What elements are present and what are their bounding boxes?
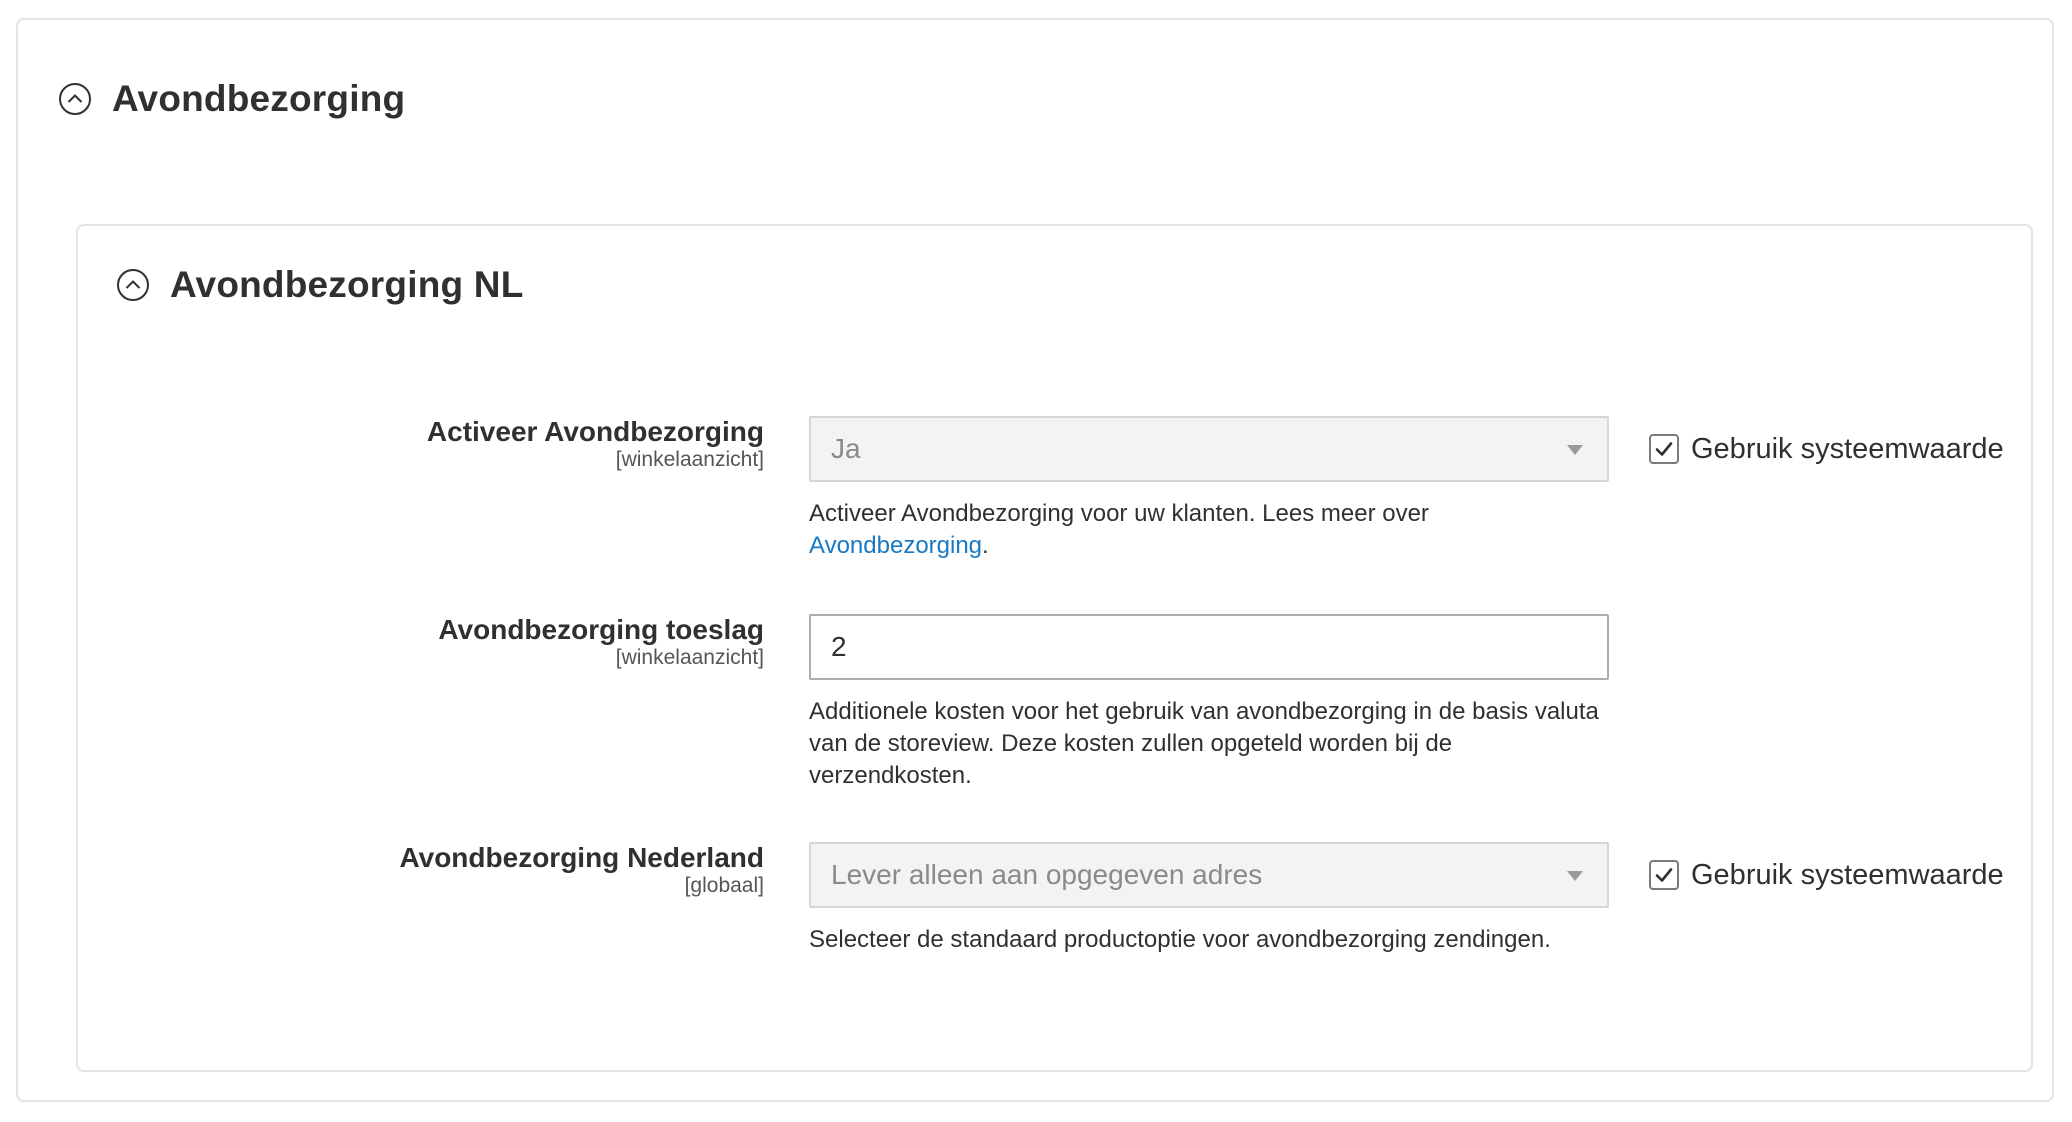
select-value: Ja xyxy=(831,433,861,464)
checkmark-icon xyxy=(1655,442,1673,456)
use-default-label: Gebruik systeemwaarde xyxy=(1691,432,2004,465)
field-label-toeslag: Avondbezorging toeslag [winkelaanzicht] xyxy=(438,614,764,670)
activeer-select[interactable]: Ja xyxy=(809,416,1609,482)
use-default-activeer[interactable]: Gebruik systeemwaarde xyxy=(1649,416,2004,482)
collapse-up-icon[interactable] xyxy=(116,268,150,302)
field-scope: [winkelaanzicht] xyxy=(615,448,764,471)
inner-config-panel: Avondbezorging NL Activeer Avondbezorgin… xyxy=(76,224,2033,1072)
use-default-label: Gebruik systeemwaarde xyxy=(1691,858,2004,891)
note-text: Additionele kosten voor het gebruik van … xyxy=(809,698,1599,789)
outer-section-title: Avondbezorging xyxy=(112,78,406,119)
field-label-text: Avondbezorging Nederland xyxy=(399,842,764,873)
field-note-nederland: Selecteer de standaard productoptie voor… xyxy=(809,924,1629,956)
field-note-activeer: Activeer Avondbezorging voor uw klanten.… xyxy=(809,498,1629,562)
field-scope: [winkelaanzicht] xyxy=(615,646,764,669)
use-default-checkbox[interactable] xyxy=(1649,434,1679,464)
collapse-up-icon[interactable] xyxy=(58,82,92,116)
note-text: Selecteer de standaard productoptie voor… xyxy=(809,926,1551,953)
field-label-nederland: Avondbezorging Nederland [globaal] xyxy=(399,842,764,898)
inner-section-title: Avondbezorging NL xyxy=(170,264,524,305)
toeslag-input[interactable]: 2 xyxy=(809,614,1609,680)
use-default-nederland[interactable]: Gebruik systeemwaarde xyxy=(1649,842,2004,908)
outer-section-header[interactable]: Avondbezorging xyxy=(58,78,405,120)
select-value: Lever alleen aan opgegeven adres xyxy=(831,859,1263,890)
field-label-activeer: Activeer Avondbezorging [winkelaanzicht] xyxy=(427,416,764,472)
note-text: Activeer Avondbezorging voor uw klanten.… xyxy=(809,500,1429,527)
avondbezorging-link[interactable]: Avondbezorging xyxy=(809,532,982,559)
field-note-toeslag: Additionele kosten voor het gebruik van … xyxy=(809,696,1609,792)
field-scope: [globaal] xyxy=(684,874,764,897)
outer-config-panel: Avondbezorging Avondbezorging NL Activee… xyxy=(16,18,2054,1102)
checkmark-icon xyxy=(1655,868,1673,882)
chevron-down-icon xyxy=(1567,445,1583,455)
field-label-text: Avondbezorging toeslag xyxy=(438,614,764,645)
inner-section-header[interactable]: Avondbezorging NL xyxy=(116,264,524,306)
nederland-select[interactable]: Lever alleen aan opgegeven adres xyxy=(809,842,1609,908)
field-label-text: Activeer Avondbezorging xyxy=(426,416,764,447)
chevron-down-icon xyxy=(1567,871,1583,881)
use-default-checkbox[interactable] xyxy=(1649,860,1679,890)
input-value: 2 xyxy=(831,631,847,662)
note-suffix: . xyxy=(982,532,989,559)
